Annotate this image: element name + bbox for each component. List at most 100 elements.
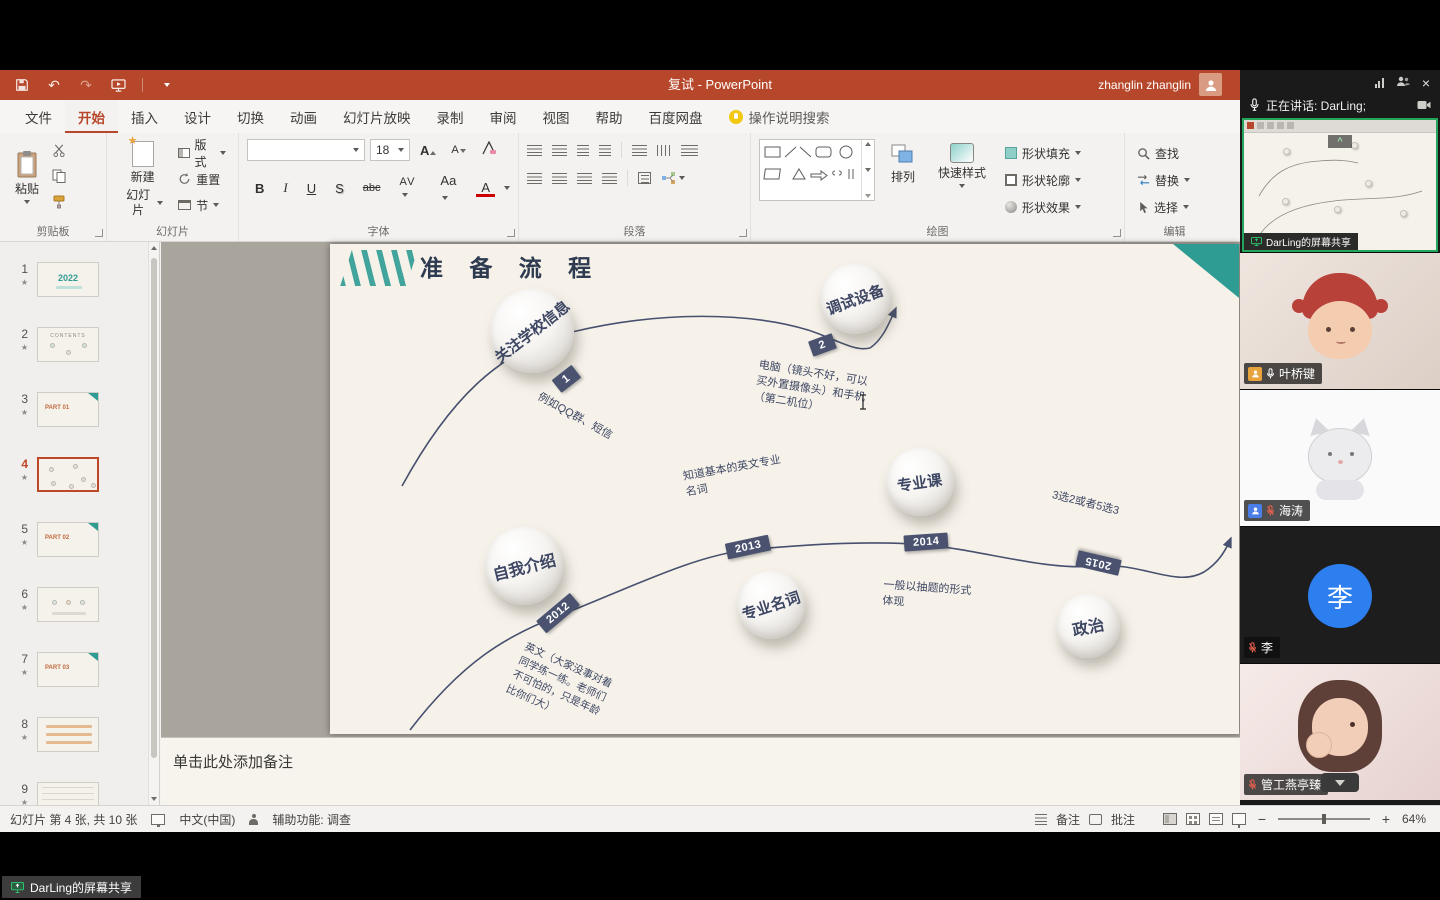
replace-button[interactable]: 替换 <box>1133 168 1216 192</box>
camera-icon[interactable] <box>1417 100 1431 110</box>
display-settings-icon[interactable] <box>151 814 165 825</box>
screen-share-preview[interactable]: ^ DarLing的屏幕共享 <box>1242 118 1438 252</box>
zoom-level[interactable]: 64% <box>1402 812 1426 826</box>
text-shadow-button[interactable]: S <box>330 179 349 198</box>
scrollbar-thumb[interactable] <box>151 258 157 758</box>
paste-button[interactable]: 粘贴 <box>8 139 46 214</box>
marker-2014[interactable]: 2014 <box>903 532 948 551</box>
zoom-slider-thumb[interactable] <box>1322 814 1326 824</box>
paragraph-dialog-launcher[interactable] <box>739 229 747 237</box>
tab-slideshow[interactable]: 幻灯片放映 <box>330 100 424 133</box>
participants-icon[interactable] <box>1396 74 1410 92</box>
thumbnail-slide-8[interactable]: 8★ <box>0 717 159 752</box>
strikethrough-button[interactable]: abc <box>358 180 386 196</box>
node-terminology[interactable]: 专业名词 <box>737 571 805 639</box>
tab-review[interactable]: 审阅 <box>477 100 530 133</box>
font-color-button[interactable]: A <box>476 179 495 197</box>
annotation-draw-question[interactable]: 一般以抽题的形式体现 <box>882 578 978 616</box>
font-name-combo[interactable] <box>247 139 365 161</box>
section-button[interactable]: 节 <box>174 193 230 217</box>
zoom-out-button[interactable]: − <box>1255 811 1269 827</box>
account-avatar[interactable] <box>1199 73 1222 96</box>
thumbnail-slide-7[interactable]: 7★ PART 03 <box>0 652 159 687</box>
shapes-gallery[interactable] <box>759 139 875 201</box>
arrange-button[interactable]: 排列 <box>883 139 923 187</box>
new-slide-button[interactable]: ★ 新建 幻灯片 <box>115 139 170 220</box>
format-painter-icon[interactable] <box>52 195 66 214</box>
video-tile-1[interactable]: 叶桥键 <box>1240 252 1440 389</box>
account-block[interactable]: zhanglin zhanglin <box>1098 73 1222 96</box>
video-tile-3[interactable]: 李 李 <box>1240 526 1440 663</box>
thumbnail-slide-1[interactable]: 1★ 2022 <box>0 262 159 297</box>
scroll-up-icon[interactable] <box>151 246 157 250</box>
tab-baidu-netdisk[interactable]: 百度网盘 <box>636 100 716 133</box>
align-left-icon[interactable] <box>527 173 542 184</box>
align-text-icon[interactable] <box>638 172 651 184</box>
tab-help[interactable]: 帮助 <box>583 100 636 133</box>
find-button[interactable]: 查找 <box>1133 141 1216 165</box>
shape-outline-button[interactable]: 形状轮廓 <box>1001 168 1085 192</box>
font-dialog-launcher[interactable] <box>507 229 515 237</box>
tab-design[interactable]: 设计 <box>171 100 224 133</box>
tab-animations[interactable]: 动画 <box>277 100 330 133</box>
tell-me-search[interactable]: 操作说明搜索 <box>716 100 843 133</box>
slide-sorter-view-button[interactable] <box>1186 813 1200 825</box>
decrease-indent-icon[interactable] <box>577 145 589 156</box>
zoom-in-button[interactable]: + <box>1379 811 1393 827</box>
drawing-dialog-launcher[interactable] <box>1113 229 1121 237</box>
node-device-test[interactable]: 调试设备 <box>820 264 890 334</box>
align-center-icon[interactable] <box>552 173 567 184</box>
thumbnail-slide-4-selected[interactable]: 4★ <box>0 457 159 492</box>
thumbnail-slide-6[interactable]: 6★ <box>0 587 159 622</box>
shape-effects-button[interactable]: 形状效果 <box>1001 195 1085 219</box>
numbering-icon[interactable] <box>552 145 567 156</box>
bullets-icon[interactable] <box>527 145 542 156</box>
increase-indent-icon[interactable] <box>599 145 611 156</box>
close-icon[interactable]: × <box>1422 76 1430 90</box>
preview-collapse-button[interactable]: ^ <box>1328 135 1352 148</box>
collapse-panel-button[interactable] <box>1321 773 1359 792</box>
layout-button[interactable]: 版式 <box>174 141 230 165</box>
scroll-down-icon[interactable] <box>151 797 157 801</box>
slide-editing-area[interactable]: 准 备 流 程 关注学校信息 调试设备 自我介绍 <box>330 244 1239 734</box>
taskbar-share-indicator[interactable]: DarLing的屏幕共享 <box>2 876 141 898</box>
font-size-combo[interactable]: 18 <box>370 139 410 161</box>
thumbnail-scrollbar[interactable] <box>148 242 159 805</box>
tab-transitions[interactable]: 切换 <box>224 100 277 133</box>
thumbnail-slide-5[interactable]: 5★ PART 02 <box>0 522 159 557</box>
character-spacing-button[interactable]: AV <box>395 174 427 202</box>
comments-toggle[interactable]: 批注 <box>1111 811 1135 828</box>
zoom-slider[interactable] <box>1278 818 1370 820</box>
justify-icon[interactable] <box>602 173 617 184</box>
cut-icon[interactable] <box>52 144 66 162</box>
convert-smartart-icon[interactable] <box>661 171 685 185</box>
quick-styles-button[interactable]: 快速样式 <box>931 139 993 190</box>
slideshow-view-button[interactable] <box>1232 813 1246 825</box>
tab-record[interactable]: 录制 <box>424 100 477 133</box>
thumbnail-slide-2[interactable]: 2★ CONTENTS <box>0 327 159 362</box>
slide-counter[interactable]: 幻灯片 第 4 张, 共 10 张 <box>10 811 137 828</box>
font-color-caret[interactable] <box>504 186 510 190</box>
node-self-intro[interactable]: 自我介绍 <box>485 527 563 605</box>
shapes-scroll[interactable] <box>861 140 874 200</box>
underline-button[interactable]: U <box>302 179 321 198</box>
shape-fill-button[interactable]: 形状填充 <box>1001 141 1085 165</box>
accessibility-status[interactable]: 辅助功能: 调查 <box>272 811 351 828</box>
text-direction-icon[interactable] <box>681 145 698 156</box>
change-case-button[interactable]: Aa <box>435 171 467 205</box>
align-right-icon[interactable] <box>577 173 592 184</box>
line-spacing-icon[interactable] <box>632 145 647 156</box>
thumbnail-slide-3[interactable]: 3★ PART 01 <box>0 392 159 427</box>
notes-toggle[interactable]: 备注 <box>1056 811 1080 828</box>
italic-button[interactable]: I <box>278 178 292 198</box>
thumbnail-slide-9[interactable]: 9★ <box>0 782 159 805</box>
reset-button[interactable]: 重置 <box>174 167 230 191</box>
grow-font-button[interactable]: A <box>415 141 441 160</box>
tab-insert[interactable]: 插入 <box>118 100 171 133</box>
bold-button[interactable]: B <box>250 179 269 198</box>
tab-home[interactable]: 开始 <box>65 100 118 133</box>
copy-icon[interactable] <box>52 169 66 188</box>
reading-view-button[interactable] <box>1209 813 1223 825</box>
shrink-font-button[interactable]: A <box>446 142 470 158</box>
select-button[interactable]: 选择 <box>1133 195 1216 219</box>
